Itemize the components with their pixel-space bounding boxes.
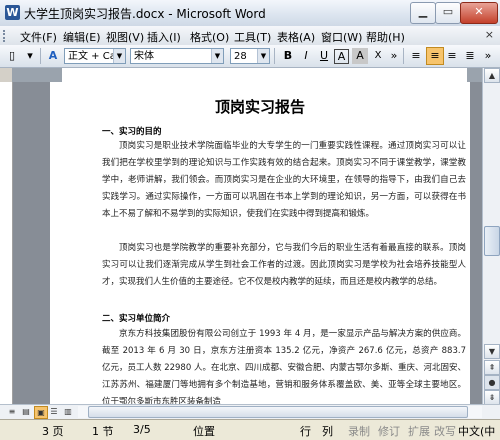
scroll-down-icon[interactable]: ▼ <box>484 344 500 359</box>
character-shading-icon[interactable]: A <box>352 48 368 64</box>
font-size-value: 28 <box>234 51 247 62</box>
styles-pane-icon[interactable]: A <box>45 48 61 64</box>
underline-button[interactable]: U <box>316 48 332 64</box>
status-section: 1 节 <box>92 425 114 438</box>
status-col: 列 <box>322 425 333 438</box>
word-app-icon[interactable]: W <box>5 5 20 20</box>
chevron-down-icon[interactable]: ▼ <box>257 49 269 63</box>
status-overtype[interactable]: 改写 <box>434 423 456 439</box>
close-document-icon[interactable]: × <box>485 28 494 41</box>
toolbar-separator <box>40 48 41 64</box>
minimize-button[interactable]: ▁ <box>410 2 436 24</box>
window-title: 大学生顶岗实习报告.docx - Microsoft Word <box>24 7 266 21</box>
menu-view[interactable]: 视图(V) <box>106 29 144 45</box>
horizontal-ruler[interactable] <box>12 68 482 83</box>
status-position: 位置 <box>193 425 215 438</box>
align-left-icon[interactable]: ≡ <box>408 48 424 64</box>
view-and-hscroll-bar: ≡ ▤ ▣ ☰ ▥ <box>0 404 500 419</box>
menu-format[interactable]: 格式(O) <box>190 29 229 45</box>
status-extend[interactable]: 扩展 <box>408 423 430 439</box>
next-page-icon[interactable]: ⇟ <box>484 390 500 405</box>
vertical-ruler[interactable] <box>0 82 13 404</box>
toolbar-options-icon[interactable]: ▾ <box>22 48 38 64</box>
font-value: 宋体 <box>134 51 154 62</box>
status-page-of: 3/5 <box>133 423 151 436</box>
maximize-button[interactable]: ▭ <box>435 2 461 24</box>
toolbar-separator <box>274 48 275 64</box>
menu-bar: 文件(F) 编辑(E) 视图(V) 插入(I) 格式(O) 工具(T) 表格(A… <box>0 26 500 46</box>
previous-page-icon[interactable]: ⇞ <box>484 360 500 375</box>
title-bar: W 大学生顶岗实习报告.docx - Microsoft Word ▁ ▭ ✕ <box>0 0 500 27</box>
font-size-combo[interactable]: 28 ▼ <box>230 48 270 64</box>
print-layout-icon[interactable]: ▣ <box>34 406 48 419</box>
normal-view-icon[interactable]: ≡ <box>6 406 18 417</box>
outline-view-icon[interactable]: ☰ <box>48 406 60 417</box>
menu-file[interactable]: 文件(F) <box>20 29 57 45</box>
horizontal-scrollbar[interactable] <box>78 406 482 418</box>
status-page: 3 页 <box>42 425 64 438</box>
menu-window[interactable]: 窗口(W) <box>321 29 362 45</box>
vertical-scrollbar[interactable]: ▲ ▼ ⇞ ● ⇟ <box>482 68 500 405</box>
align-right-icon[interactable]: ≡ <box>444 48 460 64</box>
scroll-thumb[interactable] <box>484 226 500 256</box>
ruler-margin-left <box>12 68 62 82</box>
status-line: 行 <box>300 425 311 438</box>
toolbar-more-icon[interactable]: » <box>386 48 402 64</box>
close-window-button[interactable]: ✕ <box>460 2 498 24</box>
document-page[interactable]: 顶岗实习报告 一、实习的目的 顶岗实习是职业技术学院面临毕业的大专学生的一门重要… <box>50 82 470 404</box>
ruler-margin-right <box>467 68 482 82</box>
section-heading: 二、实习单位简介 <box>102 314 171 324</box>
section-heading: 一、实习的目的 <box>102 127 162 137</box>
select-browse-object-icon[interactable]: ● <box>484 375 500 390</box>
menu-edit[interactable]: 编辑(E) <box>63 29 101 45</box>
justify-icon[interactable]: ≣ <box>462 48 478 64</box>
font-combo[interactable]: 宋体 ▼ <box>130 48 224 64</box>
status-record[interactable]: 录制 <box>348 423 370 439</box>
paragraph: 京东方科技集团股份有限公司创立于 1993 年 4 月，是一家显示产品与解决方案… <box>102 326 466 404</box>
hscroll-thumb[interactable] <box>88 406 468 418</box>
document-workspace: 顶岗实习报告 一、实习的目的 顶岗实习是职业技术学院面临毕业的大专学生的一门重要… <box>13 82 482 404</box>
chevron-down-icon[interactable]: ▼ <box>211 49 223 63</box>
align-center-icon[interactable]: ≡ <box>426 47 444 65</box>
formatting-toolbar: ▯ ▾ A 正文 + Car ▼ 宋体 ▼ 28 ▼ B I U A A X »… <box>0 45 500 68</box>
menu-tools[interactable]: 工具(T) <box>234 29 271 45</box>
status-bar: 3 页 1 节 3/5 位置 行 列 录制 修订 扩展 改写 中文(中 <box>0 419 500 440</box>
paragraph-text: 顶岗实习也是学院教学的重要补充部分，它与我们今后的职业生活有着最直接的联系。顶岗… <box>102 243 466 287</box>
italic-button[interactable]: I <box>298 48 314 64</box>
bold-button[interactable]: B <box>280 48 296 64</box>
scroll-up-icon[interactable]: ▲ <box>484 68 500 83</box>
new-document-icon[interactable]: ▯ <box>4 48 20 64</box>
paragraph-text: 京东方科技集团股份有限公司创立于 1993 年 4 月，是一家显示产品与解决方案… <box>102 329 466 404</box>
web-layout-icon[interactable]: ▤ <box>20 406 32 417</box>
menu-help[interactable]: 帮助(H) <box>366 29 405 45</box>
status-track-changes[interactable]: 修订 <box>378 423 400 439</box>
reading-layout-icon[interactable]: ▥ <box>62 406 74 417</box>
chevron-down-icon[interactable]: ▼ <box>113 49 125 63</box>
style-combo[interactable]: 正文 + Car ▼ <box>64 48 126 64</box>
menu-table[interactable]: 表格(A) <box>277 29 315 45</box>
toolbar-overflow-icon[interactable]: » <box>480 48 496 64</box>
toolbar-grip-icon[interactable] <box>3 30 8 42</box>
paragraph-text: 顶岗实习是职业技术学院面临毕业的大专学生的一门重要实践性课程。通过顶岗实习可以让… <box>102 141 466 219</box>
character-scale-button[interactable]: X <box>370 48 386 64</box>
menu-insert[interactable]: 插入(I) <box>147 29 181 45</box>
character-border-button[interactable]: A <box>334 49 349 64</box>
toolbar-separator <box>403 48 404 64</box>
paragraph: 顶岗实习也是学院教学的重要补充部分，它与我们今后的职业生活有着最直接的联系。顶岗… <box>102 240 466 308</box>
document-title: 顶岗实习报告 <box>214 98 305 116</box>
ruler-tab-selector[interactable] <box>0 68 12 82</box>
status-language: 中文(中 <box>458 425 496 438</box>
paragraph: 顶岗实习是职业技术学院面临毕业的大专学生的一门重要实践性课程。通过顶岗实习可以让… <box>102 138 466 240</box>
